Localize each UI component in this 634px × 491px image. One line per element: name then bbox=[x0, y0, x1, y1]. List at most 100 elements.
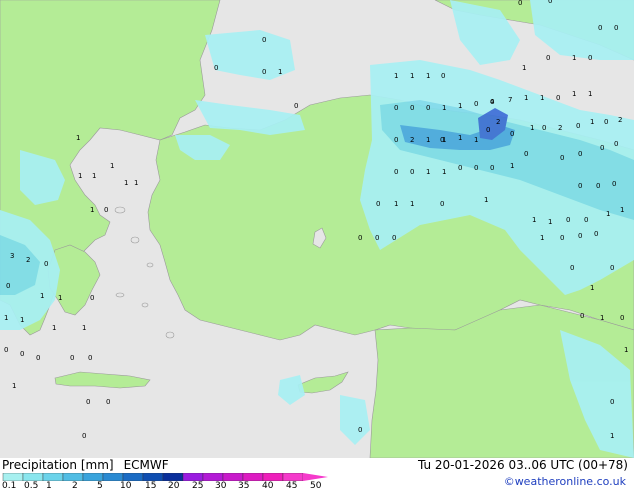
precip-value-label: 1 bbox=[610, 432, 614, 440]
precip-value-label: 1 bbox=[4, 314, 8, 322]
scale-swatch bbox=[262, 473, 284, 481]
precip-value-label: 1 bbox=[442, 168, 446, 176]
precip-value-label: 1 bbox=[90, 206, 94, 214]
precip-value-label: 2 bbox=[558, 124, 562, 132]
precip-value-label: 1 bbox=[278, 68, 282, 76]
scale-arrow bbox=[303, 473, 328, 481]
precip-value-label: 1 bbox=[442, 104, 446, 112]
precip-value-label: 1 bbox=[110, 162, 114, 170]
precip-value-label: 0 bbox=[392, 234, 396, 242]
precip-value-label: 0 bbox=[88, 354, 92, 362]
precip-value-label: 0 bbox=[614, 140, 618, 148]
precip-value-label: 1 bbox=[426, 168, 430, 176]
precip-value-label: 0 bbox=[20, 350, 24, 358]
scale-swatch bbox=[82, 473, 104, 481]
precip-value-label: 1 bbox=[58, 294, 62, 302]
precip-value-label: 0 bbox=[6, 282, 10, 290]
scale-swatch bbox=[122, 473, 144, 481]
precip-value-label: 0 bbox=[612, 180, 616, 188]
precip-value-label: 1 bbox=[524, 94, 528, 102]
precip-value-label: 1 bbox=[52, 324, 56, 332]
precip-value-label: 1 bbox=[78, 172, 82, 180]
precip-value-label: 1 bbox=[588, 90, 592, 98]
precip-value-label: 0 bbox=[474, 164, 478, 172]
precip-value-label: 0 bbox=[4, 346, 8, 354]
precip-value-label: 0 bbox=[486, 126, 490, 134]
precip-value-label: 2 bbox=[496, 118, 500, 126]
precip-value-label: 0 bbox=[578, 232, 582, 240]
precip-value-label: 1 bbox=[92, 172, 96, 180]
precip-value-label: 1 bbox=[426, 72, 430, 80]
scale-swatch bbox=[222, 473, 244, 481]
precip-value-label: 0 bbox=[576, 122, 580, 130]
precip-value-label: 0 bbox=[570, 264, 574, 272]
precip-value-label: 0 bbox=[394, 136, 398, 144]
precip-value-label: 0 bbox=[441, 72, 445, 80]
precip-value-label: 1 bbox=[76, 134, 80, 142]
precip-value-label: 0 bbox=[44, 260, 48, 268]
precip-value-label: 1 bbox=[606, 210, 610, 218]
color-scale-bar bbox=[2, 473, 328, 481]
precip-value-label: 1 bbox=[572, 54, 576, 62]
precip-value-label: 7 bbox=[508, 96, 512, 104]
precip-value-label: 1 bbox=[410, 200, 414, 208]
precip-value-label: 0 bbox=[588, 54, 592, 62]
precip-value-label: 0 bbox=[474, 100, 478, 108]
scale-swatch bbox=[102, 473, 124, 481]
precip-value-label: 1 bbox=[522, 64, 526, 72]
precip-value-label: 1 bbox=[540, 234, 544, 242]
precip-value-label: 0 bbox=[458, 164, 462, 172]
precip-value-label: 0 bbox=[584, 216, 588, 224]
scale-swatch bbox=[242, 473, 264, 481]
precip-value-label: 0 bbox=[375, 234, 379, 242]
precip-value-label: 2 bbox=[410, 136, 414, 144]
precip-value-label: 0 bbox=[542, 124, 546, 132]
precip-value-label: 0 bbox=[90, 294, 94, 302]
precip-value-label: 1 bbox=[540, 94, 544, 102]
scale-swatch bbox=[42, 473, 64, 481]
precip-value-label: 0 bbox=[262, 68, 266, 76]
precip-value-label: 3 bbox=[10, 252, 14, 260]
precip-value-label: 0 bbox=[262, 36, 266, 44]
precip-value-label: 1 bbox=[474, 136, 478, 144]
precip-value-label: 1 bbox=[530, 124, 534, 132]
precip-value-label: 4 bbox=[490, 98, 495, 106]
precip-value-label: 1 bbox=[426, 136, 430, 144]
site-credit[interactable]: ©weatheronline.co.uk bbox=[504, 475, 626, 488]
precip-value-label: 2 bbox=[618, 116, 622, 124]
precip-value-label: 1 bbox=[12, 382, 16, 390]
scale-swatch bbox=[142, 473, 164, 481]
precip-value-label: 0 bbox=[376, 200, 380, 208]
precip-value-label: 0 bbox=[426, 104, 430, 112]
precip-value-label: 1 bbox=[620, 206, 624, 214]
precip-value-label: 0 bbox=[600, 144, 604, 152]
precip-value-label: 0 bbox=[546, 54, 550, 62]
precip-value-label: 0 bbox=[610, 398, 614, 406]
precip-value-label: 0 bbox=[580, 312, 584, 320]
legend-title-text: Precipitation [mm] bbox=[2, 458, 114, 472]
precip-value-label: 1 bbox=[82, 324, 86, 332]
precip-value-label: 0 bbox=[82, 432, 86, 440]
precip-value-label: 1 bbox=[40, 292, 44, 300]
precip-value-label: 0 bbox=[358, 234, 362, 242]
forecast-timestamp: Tu 20-01-2026 03..06 UTC (00+78) bbox=[417, 458, 628, 472]
scale-swatch bbox=[282, 473, 304, 481]
precip-value-label: 1 bbox=[458, 134, 462, 142]
precip-value-label: 0 bbox=[598, 24, 602, 32]
precip-value-label: 1 bbox=[20, 316, 24, 324]
precip-value-label: 0 bbox=[394, 168, 398, 176]
precip-value-label: 2 bbox=[26, 256, 30, 264]
model-name: ECMWF bbox=[123, 458, 169, 472]
scale-swatch bbox=[182, 473, 204, 481]
precip-value-label: 0 bbox=[566, 216, 570, 224]
precip-value-label: 0 bbox=[604, 118, 608, 126]
scale-swatch bbox=[2, 473, 24, 481]
precip-value-label: 1 bbox=[134, 179, 138, 187]
precip-value-label: 1 bbox=[548, 218, 552, 226]
precip-value-label: 0 bbox=[86, 398, 90, 406]
precip-value-label: 0 bbox=[518, 0, 522, 7]
precip-value-label: 0 bbox=[394, 104, 398, 112]
precip-value-label: 0 bbox=[620, 314, 624, 322]
precip-value-label: 1 bbox=[484, 196, 488, 204]
precip-value-label: 0 bbox=[104, 206, 108, 214]
